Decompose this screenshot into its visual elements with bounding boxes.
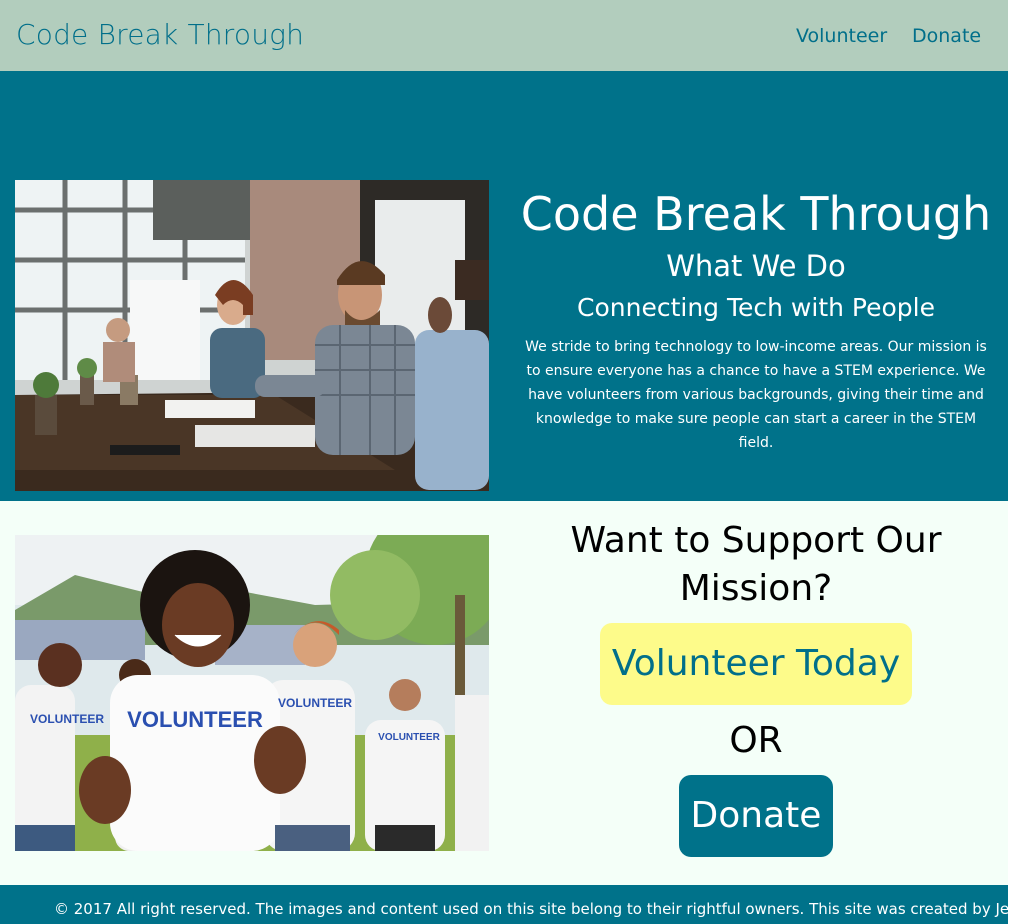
support-heading: Want to Support Our Mission? [570, 520, 942, 609]
hero-text: Code Break Through What We Do Connecting… [506, 187, 1006, 455]
mission-paragraph: We stride to bring technology to low-inc… [525, 339, 987, 451]
brand-link[interactable]: Code Break Through [16, 18, 304, 51]
nav-volunteer-link[interactable]: Volunteer [796, 25, 887, 47]
scroll-gutter [1008, 0, 1025, 924]
hero-tagline: Connecting Tech with People [577, 293, 935, 322]
volunteers-photo: VOLUNTEER VOLUNTEER VOLUNTEER VOLUNTEER [15, 535, 489, 851]
footer-text: © 2017 All right reserved. The images an… [54, 900, 1008, 918]
hero-subtitle: What We Do [666, 249, 846, 283]
or-separator: OR [729, 720, 783, 761]
navbar: Code Break Through Volunteer Donate [0, 0, 1008, 71]
svg-text:VOLUNTEER: VOLUNTEER [127, 707, 263, 732]
hero-section: Code Break Through What We Do Connecting… [0, 71, 1008, 501]
nav-donate-link[interactable]: Donate [912, 25, 981, 47]
support-text: Want to Support Our Mission? Volunteer T… [506, 517, 1006, 857]
support-section: VOLUNTEER VOLUNTEER VOLUNTEER VOLUNTEER … [0, 501, 1008, 885]
donate-button[interactable]: Donate [678, 775, 834, 857]
meeting-photo [15, 180, 489, 491]
hero-title: Code Break Through [520, 187, 992, 241]
svg-text:VOLUNTEER: VOLUNTEER [278, 696, 352, 710]
svg-text:VOLUNTEER: VOLUNTEER [378, 732, 440, 743]
footer: © 2017 All right reserved. The images an… [0, 885, 1008, 924]
svg-text:VOLUNTEER: VOLUNTEER [30, 712, 104, 726]
volunteer-today-button[interactable]: Volunteer Today [599, 623, 913, 705]
